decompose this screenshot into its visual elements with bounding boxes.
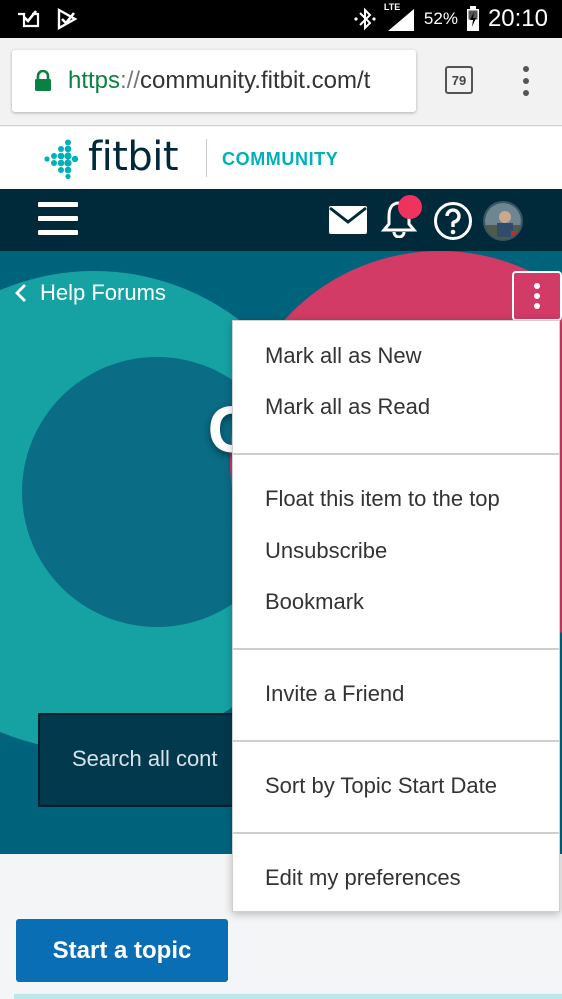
browser-toolbar: https://community.fitbit.com/t 79 xyxy=(0,38,562,126)
menu-icon[interactable] xyxy=(38,202,78,235)
fitbit-wordmark[interactable]: fitbit xyxy=(88,134,179,180)
status-right: LTE 52% 20:10 xyxy=(352,0,548,38)
url-separator: :// xyxy=(120,67,141,94)
menu-item-sort-by-start-date[interactable]: Sort by Topic Start Date xyxy=(265,773,497,799)
battery-percent: 52% xyxy=(423,9,458,28)
notification-dot xyxy=(398,195,422,219)
menu-divider xyxy=(233,740,559,742)
menu-item-unsubscribe[interactable]: Unsubscribe xyxy=(265,538,387,564)
menu-item-bookmark[interactable]: Bookmark xyxy=(265,589,364,615)
bluetooth-icon xyxy=(354,7,376,31)
menu-item-edit-preferences[interactable]: Edit my preferences xyxy=(265,865,461,891)
menu-item-invite-friend[interactable]: Invite a Friend xyxy=(265,681,404,707)
url-host: community.fitbit.com/t xyxy=(140,67,371,94)
chevron-left-icon xyxy=(15,284,26,302)
notification-icons xyxy=(16,8,78,30)
status-bar: LTE 52% 20:10 xyxy=(0,0,562,38)
content-strip xyxy=(14,994,562,999)
start-topic-button[interactable]: Start a topic xyxy=(16,919,228,982)
clock: 20:10 xyxy=(487,5,548,32)
url-scheme: https xyxy=(68,67,121,94)
avatar[interactable] xyxy=(483,201,523,241)
logo-divider xyxy=(206,139,207,177)
browser-menu-button[interactable] xyxy=(512,66,540,96)
tab-switcher-button[interactable]: 79 xyxy=(445,66,473,94)
search-placeholder: Search all cont xyxy=(72,746,218,771)
main-nav-bar xyxy=(0,189,562,251)
fitbit-logo-icon[interactable] xyxy=(38,139,80,179)
mail-icon[interactable] xyxy=(328,205,368,235)
help-icon[interactable] xyxy=(433,201,473,241)
battery-charging-icon xyxy=(466,6,479,31)
back-link-label: Help Forums xyxy=(40,280,166,305)
menu-divider xyxy=(233,648,559,650)
url-bar[interactable]: https://community.fitbit.com/t xyxy=(12,50,416,112)
options-dropdown-menu: Mark all as New Mark all as Read Float t… xyxy=(232,320,560,912)
options-menu-button[interactable] xyxy=(512,271,562,321)
network-type: LTE xyxy=(383,2,401,12)
menu-item-float-to-top[interactable]: Float this item to the top xyxy=(265,486,500,512)
menu-divider xyxy=(233,832,559,834)
signal-icon: LTE xyxy=(384,2,416,32)
url-text: https://community.fitbit.com/t xyxy=(68,67,370,95)
download-check-icon xyxy=(18,10,40,28)
site-logo-header: fitbit COMMUNITY xyxy=(0,127,562,189)
menu-item-mark-all-new[interactable]: Mark all as New xyxy=(265,343,421,369)
menu-item-mark-all-read[interactable]: Mark all as Read xyxy=(265,394,430,420)
help-forums-back-link[interactable]: Help Forums xyxy=(14,280,166,306)
menu-divider xyxy=(233,453,559,455)
play-check-icon xyxy=(57,8,78,30)
community-label[interactable]: COMMUNITY xyxy=(222,149,338,170)
lock-icon xyxy=(35,70,51,91)
